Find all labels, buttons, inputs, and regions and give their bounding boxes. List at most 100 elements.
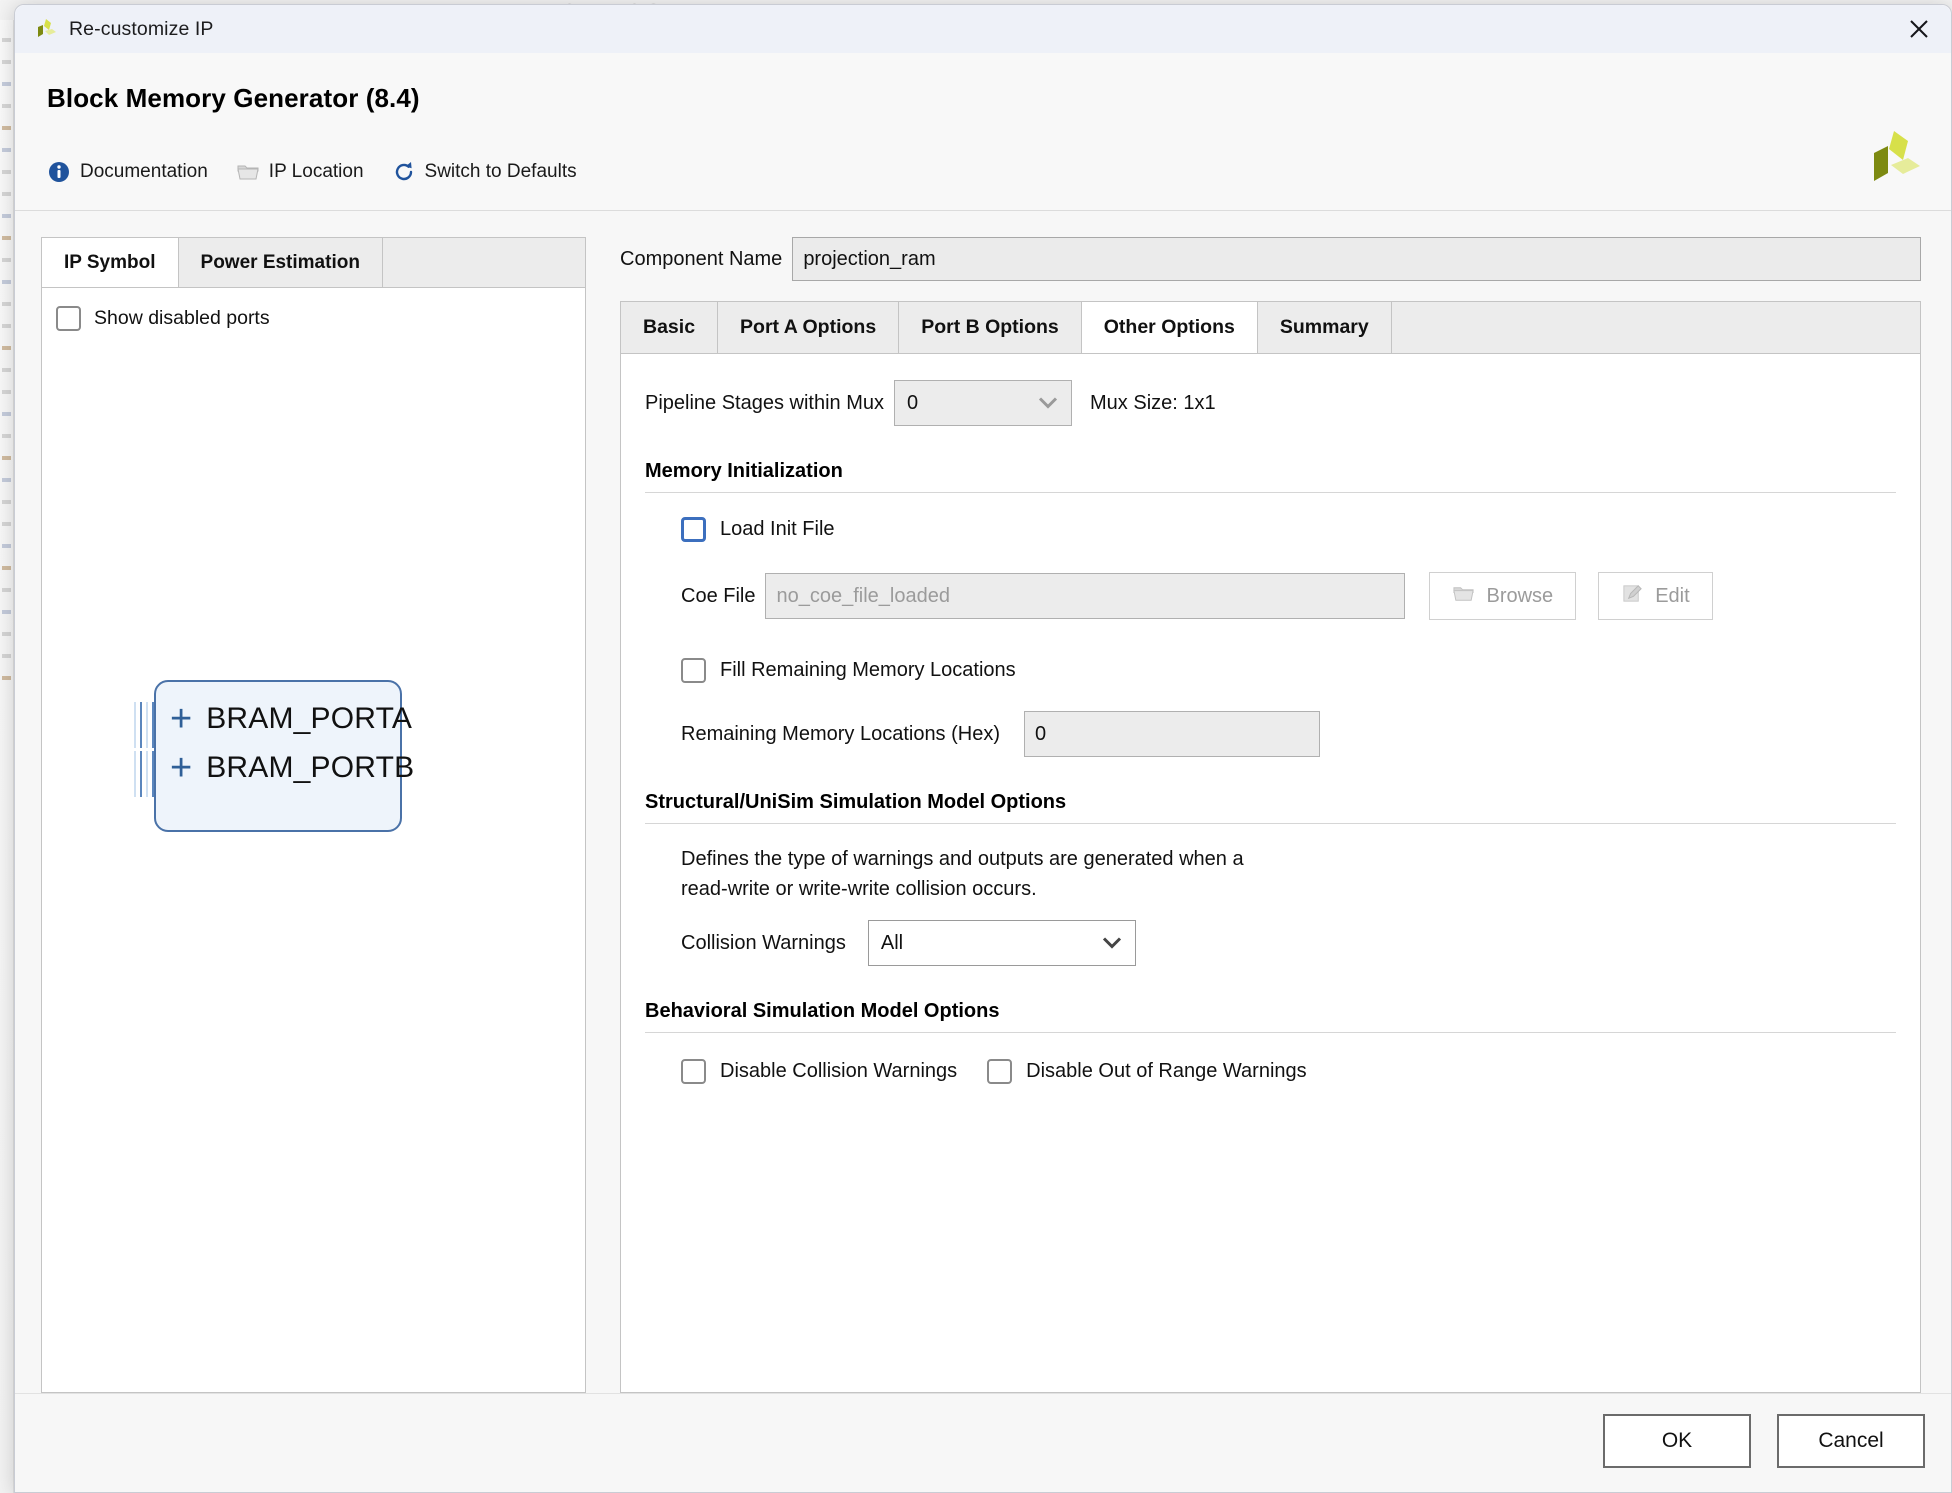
other-options-panel: Pipeline Stages within Mux 0 Mux Size: 1… — [620, 353, 1921, 1393]
bram-porta-label: BRAM_PORTA — [206, 702, 412, 736]
edit-button-label: Edit — [1655, 585, 1689, 608]
tab-summary-label: Summary — [1280, 316, 1369, 339]
recustomize-ip-dialog: Re-customize IP Block Memory Generator (… — [14, 4, 1952, 1493]
close-icon[interactable] — [1887, 5, 1951, 53]
background-left-edge — [0, 20, 14, 1493]
disable-collision-warnings-checkbox[interactable] — [681, 1059, 706, 1084]
mux-size-label: Mux Size: 1x1 — [1090, 392, 1216, 415]
dialog-header: Block Memory Generator (8.4) Documentati… — [15, 53, 1951, 211]
tab-port-b-options[interactable]: Port B Options — [899, 302, 1082, 353]
header-toolbar: Documentation IP Location — [47, 114, 1919, 210]
options-tabstrip: Basic Port A Options Port B Options Othe… — [620, 301, 1921, 353]
ip-symbol-canvas: Show disabled ports + BRAM_PORTA + — [41, 287, 586, 1393]
cancel-button[interactable]: Cancel — [1777, 1414, 1925, 1468]
collision-warnings-label: Collision Warnings — [681, 932, 846, 955]
options-tabstrip-filler — [1392, 302, 1920, 353]
remaining-hex-row: Remaining Memory Locations (Hex) 0 — [681, 711, 1896, 757]
dialog-body: IP Symbol Power Estimation Show disabled… — [15, 211, 1951, 1393]
tab-ip-symbol[interactable]: IP Symbol — [42, 238, 179, 287]
tab-other-options-label: Other Options — [1104, 316, 1235, 339]
tab-basic-label: Basic — [643, 316, 695, 339]
page-title: Block Memory Generator (8.4) — [47, 83, 1919, 114]
memory-initialization-rule — [645, 492, 1896, 493]
fill-remaining-row: Fill Remaining Memory Locations — [681, 658, 1896, 683]
bram-portb-label: BRAM_PORTB — [206, 751, 414, 785]
load-init-file-checkbox[interactable] — [681, 517, 706, 542]
refresh-icon — [392, 160, 416, 184]
dialog-titlebar: Re-customize IP — [15, 5, 1951, 53]
left-tabstrip-filler — [383, 238, 585, 287]
remaining-hex-label: Remaining Memory Locations (Hex) — [681, 723, 1000, 746]
coe-file-row: Coe File no_coe_file_loaded Browse — [681, 572, 1896, 620]
structural-description-line2: read-write or write-write collision occu… — [681, 874, 1896, 904]
behavioral-options-rule — [645, 1032, 1896, 1033]
switch-to-defaults-label: Switch to Defaults — [425, 161, 577, 183]
ip-symbol-panel: IP Symbol Power Estimation Show disabled… — [41, 237, 586, 1393]
browse-button[interactable]: Browse — [1429, 572, 1576, 620]
disable-collision-warnings-row: Disable Collision Warnings — [681, 1059, 957, 1084]
collision-warnings-value: All — [881, 932, 903, 955]
bram-port-b-row[interactable]: + BRAM_PORTB — [170, 749, 414, 787]
browse-button-label: Browse — [1486, 585, 1553, 608]
collision-warnings-row: Collision Warnings All — [681, 920, 1896, 966]
ip-location-label: IP Location — [269, 161, 364, 183]
show-disabled-ports-checkbox[interactable] — [56, 306, 81, 331]
bram-symbol: + BRAM_PORTA + BRAM_PORTB — [154, 680, 402, 832]
chevron-down-icon — [1102, 932, 1122, 955]
memory-initialization-title: Memory Initialization — [645, 460, 1896, 483]
expand-portb-icon[interactable]: + — [170, 749, 192, 787]
fill-remaining-label: Fill Remaining Memory Locations — [720, 659, 1016, 682]
tab-basic[interactable]: Basic — [621, 302, 718, 353]
fill-remaining-checkbox[interactable] — [681, 658, 706, 683]
show-disabled-ports-label: Show disabled ports — [94, 307, 270, 330]
documentation-label: Documentation — [80, 161, 208, 183]
coe-file-input[interactable]: no_coe_file_loaded — [765, 573, 1405, 619]
disable-out-of-range-checkbox[interactable] — [987, 1059, 1012, 1084]
behavioral-checkbox-row: Disable Collision Warnings Disable Out o… — [681, 1059, 1896, 1084]
configuration-panel: Component Name projection_ram Basic Port… — [620, 237, 1925, 1393]
tab-ip-symbol-label: IP Symbol — [64, 252, 156, 274]
load-init-file-label: Load Init File — [720, 518, 835, 541]
component-name-row: Component Name projection_ram — [620, 237, 1921, 281]
show-disabled-ports-row: Show disabled ports — [42, 288, 585, 331]
coe-file-label: Coe File — [681, 585, 755, 608]
chevron-down-icon — [1038, 392, 1058, 415]
bram-port-a-row[interactable]: + BRAM_PORTA — [170, 700, 412, 738]
switch-to-defaults-button[interactable]: Switch to Defaults — [392, 160, 577, 184]
pipeline-stages-select[interactable]: 0 — [894, 380, 1072, 426]
cancel-button-label: Cancel — [1818, 1429, 1883, 1453]
pipeline-stages-label: Pipeline Stages within Mux — [645, 392, 884, 415]
disable-out-of-range-row: Disable Out of Range Warnings — [987, 1059, 1307, 1084]
pipeline-stages-value: 0 — [907, 392, 918, 415]
tab-power-estimation[interactable]: Power Estimation — [179, 238, 383, 287]
left-tabstrip: IP Symbol Power Estimation — [41, 237, 586, 287]
tab-port-b-options-label: Port B Options — [921, 316, 1059, 339]
expand-porta-icon[interactable]: + — [170, 700, 192, 738]
dialog-footer: OK Cancel — [15, 1393, 1951, 1492]
component-name-input[interactable]: projection_ram — [792, 237, 1921, 281]
tab-port-a-options[interactable]: Port A Options — [718, 302, 899, 353]
folder-icon — [236, 160, 260, 184]
collision-warnings-select[interactable]: All — [868, 920, 1136, 966]
tab-other-options[interactable]: Other Options — [1082, 302, 1258, 353]
pipeline-stages-row: Pipeline Stages within Mux 0 Mux Size: 1… — [645, 380, 1896, 426]
tab-summary[interactable]: Summary — [1258, 302, 1392, 353]
bus-connector-portb-icon — [134, 751, 154, 797]
ok-button[interactable]: OK — [1603, 1414, 1751, 1468]
remaining-hex-input[interactable]: 0 — [1024, 711, 1320, 757]
structural-description-line1: Defines the type of warnings and outputs… — [681, 844, 1896, 874]
ip-location-button[interactable]: IP Location — [236, 160, 364, 184]
documentation-button[interactable]: Documentation — [47, 160, 208, 184]
edit-button[interactable]: Edit — [1598, 572, 1712, 620]
xilinx-vendor-logo-icon — [1863, 127, 1925, 185]
disable-collision-warnings-label: Disable Collision Warnings — [720, 1060, 957, 1083]
xilinx-logo-icon — [33, 18, 59, 40]
component-name-label: Component Name — [620, 248, 782, 271]
behavioral-options-title: Behavioral Simulation Model Options — [645, 1000, 1896, 1023]
folder-icon — [1452, 582, 1475, 611]
pencil-icon — [1621, 582, 1644, 611]
structural-options-title: Structural/UniSim Simulation Model Optio… — [645, 791, 1896, 814]
tab-port-a-options-label: Port A Options — [740, 316, 876, 339]
disable-out-of-range-label: Disable Out of Range Warnings — [1026, 1060, 1307, 1083]
structural-options-rule — [645, 823, 1896, 824]
